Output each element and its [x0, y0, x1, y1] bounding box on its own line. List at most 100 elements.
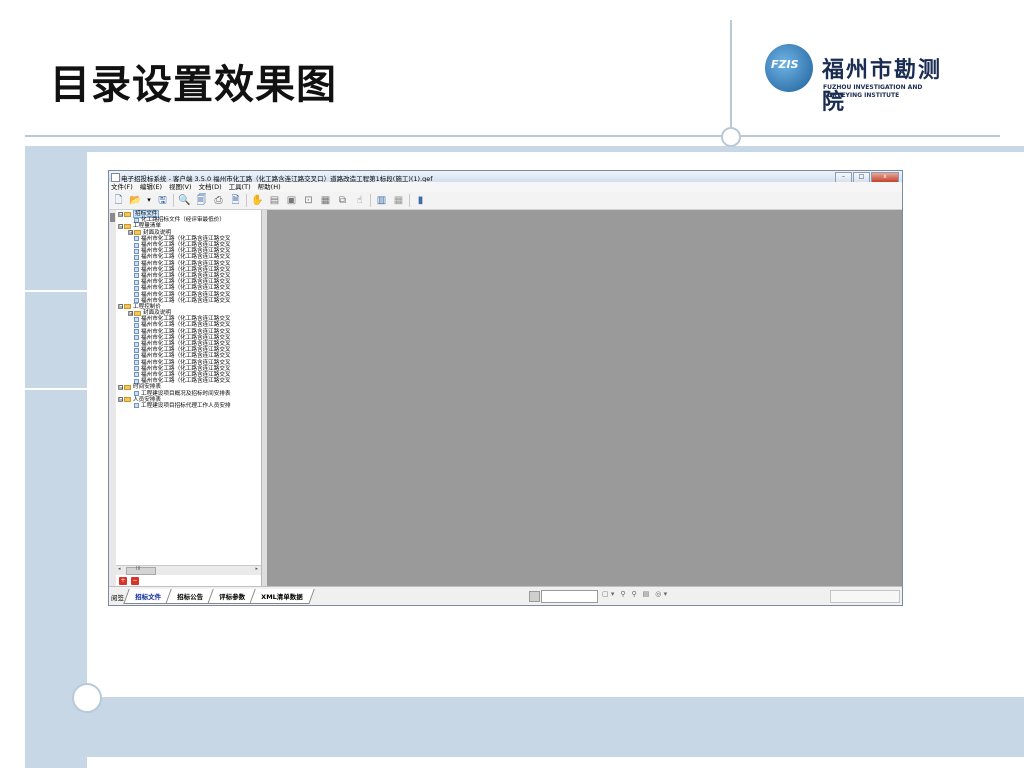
scroll-left-arrow-icon[interactable]: ◂ [118, 566, 121, 572]
tree-horizontal-scrollbar[interactable]: ◂ III ▸ [116, 565, 261, 575]
zoom-in-icon[interactable]: ⚲ [620, 590, 625, 598]
document-icon [134, 292, 139, 298]
document-icon [134, 285, 139, 291]
tree-node-label: 工程建设项目概况及招标时间安排表 [141, 390, 231, 397]
rotate-icon[interactable]: ◎ ▾ [655, 590, 667, 598]
tree-node-label: 福州市化工路（化工路含连江路交叉 [141, 260, 231, 267]
tree-node-label: 人员安排表 [133, 396, 161, 403]
add-node-icon[interactable]: + [119, 577, 127, 585]
toolbar-separator [246, 194, 247, 207]
tree-node-label: 工程量清单 [133, 223, 161, 230]
zoom-out-icon[interactable]: ⚲ [632, 590, 637, 598]
new-doc-icon[interactable]: 🗋 [112, 194, 125, 207]
document-icon [134, 236, 139, 242]
preview-icon[interactable]: 🗐 [195, 194, 208, 207]
folder-icon [124, 384, 131, 390]
menu-help[interactable]: 帮助(H) [258, 182, 281, 192]
menu-bar: 文件(F) 编辑(E) 视图(V) 文档(D) 工具(T) 帮助(H) [109, 182, 902, 192]
tab-xml-list-data[interactable]: XML清单数据 [249, 589, 315, 604]
copy-icon[interactable]: ⧉ [336, 194, 349, 207]
folder-icon [124, 211, 131, 217]
document-icon [134, 322, 139, 328]
document-icon [134, 254, 139, 260]
tree-node-label: 福州市化工路（化工路含连江路交叉 [141, 254, 231, 261]
document-icon [134, 335, 139, 341]
zoom-icon[interactable]: ⊡ [302, 194, 315, 207]
page-icon[interactable] [529, 591, 540, 602]
menu-view[interactable]: 视图(V) [169, 182, 192, 192]
tree-doc-node[interactable]: 工程建设项目招标代理工作人员安排 [118, 403, 261, 409]
save-icon[interactable]: 🖫 [156, 194, 169, 207]
document-icon [134, 347, 139, 353]
tree-node-label: 工程控制价 [133, 303, 161, 310]
tab-label: 评标参数 [219, 593, 246, 601]
find-doc-icon[interactable]: 🔍 [178, 194, 191, 207]
scroll-right-arrow-icon[interactable]: ▸ [255, 566, 258, 572]
menu-tools[interactable]: 工具(T) [229, 182, 251, 192]
export-icon[interactable]: 🗎 [229, 194, 242, 207]
logo-english-name: SURVEYING INSTITUTE [823, 92, 900, 99]
side-tab-marker [110, 213, 115, 222]
status-toolbar: ▢ ▾ ⚲ ⚲ ▤ ◎ ▾ [602, 590, 667, 598]
open-folder-icon[interactable]: 📂 [129, 194, 142, 207]
tree-expander-icon[interactable]: ⊟ [118, 223, 123, 229]
document-icon [134, 273, 139, 279]
select-icon[interactable]: ☝ [353, 194, 366, 207]
print-alt-icon[interactable]: ▤ [268, 194, 281, 207]
tree-side-tab[interactable] [109, 210, 116, 586]
slide-left-band [25, 146, 87, 768]
menu-document[interactable]: 文档(D) [199, 182, 222, 192]
scrollbar-thumb[interactable] [126, 567, 156, 575]
document-icon [134, 316, 139, 322]
exit-icon[interactable]: ▮ [414, 194, 427, 207]
grid-icon[interactable]: ▦ [392, 194, 405, 207]
folder-icon [124, 223, 131, 229]
folder-icon [134, 230, 141, 236]
document-icon [134, 329, 139, 335]
document-icon [134, 242, 139, 248]
print-setup-icon[interactable]: ▣ [285, 194, 298, 207]
app-icon [111, 173, 120, 182]
logo-english-name: FUZHOU INVESTIGATION AND [823, 84, 923, 91]
document-icon [134, 366, 139, 372]
tab-label: 招标公告 [177, 593, 204, 601]
hand-icon[interactable]: ✋ [251, 194, 264, 207]
tree-action-buttons: + − [119, 577, 139, 585]
tree-expander-icon[interactable]: ⊟ [118, 304, 123, 310]
tree-expander-icon[interactable]: ⊟ [118, 211, 123, 217]
scrollbar-grip: III [136, 566, 141, 572]
print-icon[interactable]: ⎙ [212, 194, 225, 207]
tree-expander-icon[interactable]: ⊞ [128, 310, 133, 316]
document-icon [134, 391, 139, 397]
window-titlebar[interactable]: 电子招投标系统 - 客户端 3.5.0 福州市化工路（化工路含连江路交叉口）道路… [109, 171, 902, 183]
document-icon [134, 298, 139, 304]
page-fit-icon[interactable]: ▤ [643, 590, 650, 598]
page-number-input[interactable] [541, 590, 598, 603]
dropdown-arrow-icon[interactable]: ▾ [146, 194, 152, 207]
menu-edit[interactable]: 编辑(E) [140, 182, 162, 192]
document-view-area[interactable] [267, 210, 902, 586]
slide-title: 目录设置效果图 [50, 62, 337, 108]
layout-icon[interactable]: ▥ [375, 194, 388, 207]
document-icon [134, 261, 139, 267]
tree-node-label: 福州市化工路（化工路含连江路交叉 [141, 291, 231, 298]
tree-node-label: 时间安排表 [133, 384, 161, 391]
tree-expander-icon[interactable]: ⊞ [128, 230, 133, 236]
toolbar-separator [409, 194, 410, 207]
document-icon [134, 267, 139, 273]
document-icon [134, 372, 139, 378]
status-field [830, 590, 900, 603]
document-icon [134, 248, 139, 254]
tree-expander-icon[interactable]: ⊟ [118, 384, 123, 390]
page-view-icon[interactable]: ▢ ▾ [602, 590, 614, 598]
remove-node-icon[interactable]: − [131, 577, 139, 585]
slide-circle-ornament [721, 127, 741, 147]
tree-node-label: 福州市化工路（化工路含连江路交叉 [141, 334, 231, 341]
tree-expander-icon[interactable]: ⊟ [118, 397, 123, 403]
document-tree-pane: ⊟ 招标文件 化工路招标文件（经评审最低价） ⊟ 工程量清单 ⊞ 封面及说明 福州市化工路（化… [116, 210, 262, 586]
toolbar-separator [370, 194, 371, 207]
app-window: 电子招投标系统 - 客户端 3.5.0 福州市化工路（化工路含连江路交叉口）道路… [108, 170, 903, 606]
menu-file[interactable]: 文件(F) [111, 182, 133, 192]
fit-page-icon[interactable]: ▦ [319, 194, 332, 207]
document-icon [134, 378, 139, 384]
